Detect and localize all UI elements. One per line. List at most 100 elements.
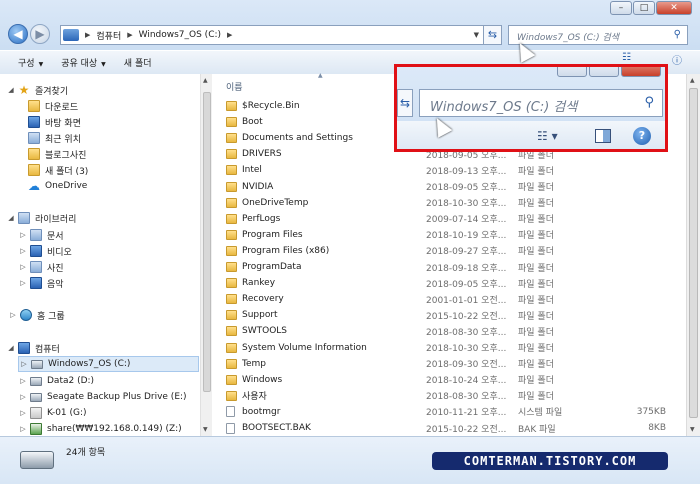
file-row[interactable]: Program Files 2018-10-19 오후... 파일 폴더 xyxy=(226,227,686,243)
file-date: 2015-10-22 오전... xyxy=(426,311,507,322)
file-row[interactable]: System Volume Information 2018-10-30 오후..… xyxy=(226,340,686,356)
windows-drive-icon xyxy=(31,359,43,369)
file-date: 2009-07-14 오후... xyxy=(426,215,507,226)
sidebar-item-documents[interactable]: ▷ 문서 xyxy=(18,227,64,243)
scroll-up-icon[interactable]: ▲ xyxy=(203,77,208,84)
sidebar-item-drive-d[interactable]: ▷ Data2 (D:) xyxy=(18,373,94,389)
folder-icon xyxy=(226,117,237,128)
file-name: ProgramData xyxy=(242,262,302,272)
help-icon[interactable]: ⓘ xyxy=(672,52,682,67)
maximize-button[interactable]: □ xyxy=(633,1,655,15)
music-icon xyxy=(30,277,42,289)
file-row[interactable]: bootmgr 2010-11-21 오후... 시스템 파일 375KB xyxy=(226,404,686,420)
file-row[interactable]: 사용자 2018-08-30 오후... 파일 폴더 xyxy=(226,388,686,404)
sidebar-item-drive-g[interactable]: ▷ K-01 (G:) xyxy=(18,405,87,421)
expand-icon[interactable]: ▷ xyxy=(18,377,28,385)
sidebar-item-downloads[interactable]: 다운로드 xyxy=(28,98,78,114)
expand-icon[interactable]: ▷ xyxy=(18,231,28,239)
expand-icon[interactable]: ▷ xyxy=(18,247,28,255)
breadcrumb-separator-icon: ▶ xyxy=(85,31,91,39)
close-button[interactable]: ✕ xyxy=(656,1,692,15)
scroll-up-icon[interactable]: ▲ xyxy=(690,77,695,84)
file-list-scrollbar[interactable]: ▲ ▼ xyxy=(686,74,700,436)
forward-button[interactable]: ▶ xyxy=(30,24,50,44)
file-row[interactable]: NVIDIA 2018-09-05 오후... 파일 폴더 xyxy=(226,179,686,195)
file-row[interactable]: SWTOOLS 2018-08-30 오후... 파일 폴더 xyxy=(226,323,686,339)
collapse-icon[interactable]: ◢ xyxy=(6,214,16,222)
expand-icon[interactable]: ▷ xyxy=(18,409,28,417)
column-header-name[interactable]: 이름 xyxy=(226,80,243,93)
scroll-down-icon[interactable]: ▼ xyxy=(203,426,208,433)
file-row[interactable]: Rankey 2018-09-05 오후... 파일 폴더 xyxy=(226,275,686,291)
sidebar-item-onedrive[interactable]: ☁ OneDrive xyxy=(28,178,87,194)
back-button[interactable]: ◀ xyxy=(8,24,28,44)
scroll-down-icon[interactable]: ▼ xyxy=(690,426,695,433)
file-row[interactable]: Windows 2018-10-24 오후... 파일 폴더 xyxy=(226,372,686,388)
homegroup-icon xyxy=(20,309,32,321)
folder-icon xyxy=(226,229,237,240)
sidebar-item-drive-z[interactable]: ▷ share(₩₩192.168.0.149) (Z:) xyxy=(18,421,182,437)
sidebar-item-drive-c[interactable]: ▷ Windows7_OS (C:) xyxy=(18,356,199,372)
libraries-header[interactable]: ◢ 라이브러리 xyxy=(6,210,76,226)
expand-icon[interactable]: ▷ xyxy=(18,393,28,401)
zoomed-search-input: Windows7_OS (C:) 검색 ⚲ xyxy=(419,89,663,117)
folder-icon xyxy=(226,213,237,224)
expand-icon[interactable]: ▷ xyxy=(8,311,18,319)
file-type: 파일 폴더 xyxy=(518,215,554,226)
file-row[interactable]: Recovery 2001-01-01 오전... 파일 폴더 xyxy=(226,291,686,307)
sidebar-item-desktop[interactable]: 바탕 화면 xyxy=(28,114,81,130)
file-type: 파일 폴더 xyxy=(518,279,554,290)
file-row[interactable]: Intel 2018-09-13 오후... 파일 폴더 xyxy=(226,162,686,178)
organize-menu[interactable]: 구성 ▼ xyxy=(18,56,43,69)
sidebar-item-recent[interactable]: 최근 위치 xyxy=(28,130,81,146)
sidebar-item-blog-photos[interactable]: 블로그사진 xyxy=(28,146,86,162)
expand-icon[interactable]: ▷ xyxy=(18,279,28,287)
file-row[interactable]: Temp 2018-09-30 오전... 파일 폴더 xyxy=(226,356,686,372)
file-date: 2001-01-01 오전... xyxy=(426,295,507,306)
file-row[interactable]: ProgramData 2018-09-18 오후... 파일 폴더 xyxy=(226,259,686,275)
sidebar-item-drive-e[interactable]: ▷ Seagate Backup Plus Drive (E:) xyxy=(18,389,186,405)
sidebar-item-homegroup[interactable]: ▷ 홈 그룹 xyxy=(8,307,65,323)
share-menu[interactable]: 공유 대상 ▼ xyxy=(61,56,106,69)
file-row[interactable]: OneDriveTemp 2018-10-30 오후... 파일 폴더 xyxy=(226,195,686,211)
search-placeholder: Windows7_OS (C:) 검색 xyxy=(517,33,620,43)
back-arrow-icon: ◀ xyxy=(13,27,23,41)
sort-ascending-icon: ▲ xyxy=(318,72,323,79)
new-folder-button[interactable]: 새 폴더 xyxy=(124,56,152,69)
minimize-button[interactable]: – xyxy=(610,1,632,15)
file-row[interactable]: Program Files (x86) 2018-09-27 오후... 파일 폴더 xyxy=(226,243,686,259)
collapse-icon[interactable]: ◢ xyxy=(6,86,16,94)
breadcrumb-drive[interactable]: Windows7_OS (C:) xyxy=(139,30,221,40)
favorites-header[interactable]: ◢ ★ 즐겨찾기 xyxy=(6,82,68,98)
address-bar[interactable]: ▶ 컴퓨터 ▶ Windows7_OS (C:) ▶ ▼ xyxy=(60,25,484,45)
sidebar-item-videos[interactable]: ▷ 비디오 xyxy=(18,243,72,259)
file-row[interactable]: Support 2015-10-22 오전... 파일 폴더 xyxy=(226,307,686,323)
file-name: Program Files (x86) xyxy=(242,245,330,256)
navigation-scrollbar[interactable]: ▲ ▼ xyxy=(200,74,212,436)
folder-icon xyxy=(226,310,237,321)
file-row[interactable]: BOOTSECT.BAK 2015-10-22 오전... BAK 파일 8KB xyxy=(226,420,686,436)
breadcrumb-computer[interactable]: 컴퓨터 xyxy=(96,29,121,42)
sidebar-item-new-folder-3[interactable]: 새 폴더 (3) xyxy=(28,162,88,178)
file-row[interactable]: PerfLogs 2009-07-14 오후... 파일 폴더 xyxy=(226,211,686,227)
file-name: Program Files xyxy=(242,229,303,240)
zoomed-window-controls xyxy=(557,67,663,77)
sidebar-item-music[interactable]: ▷ 음악 xyxy=(18,275,64,291)
address-history-dropdown-icon[interactable]: ▼ xyxy=(474,31,479,39)
views-icon[interactable]: ☷ xyxy=(622,52,631,63)
expand-icon[interactable]: ▷ xyxy=(19,360,29,368)
expand-icon[interactable]: ▷ xyxy=(18,425,28,433)
expand-icon[interactable]: ▷ xyxy=(18,263,28,271)
scrollbar-thumb[interactable] xyxy=(203,92,211,392)
search-icon: ⚲ xyxy=(673,29,681,40)
computer-header[interactable]: ◢ 컴퓨터 xyxy=(6,340,60,356)
sidebar-item-pictures[interactable]: ▷ 사진 xyxy=(18,259,64,275)
refresh-button[interactable]: ⇆ xyxy=(484,25,502,45)
scrollbar-thumb[interactable] xyxy=(689,88,698,418)
search-input[interactable]: Windows7_OS (C:) 검색 ⚲ xyxy=(508,25,688,45)
folder-icon xyxy=(226,326,237,337)
file-type: 파일 폴더 xyxy=(518,392,554,403)
file-name: Windows xyxy=(242,374,283,385)
file-type: 파일 폴더 xyxy=(518,360,554,371)
collapse-icon[interactable]: ◢ xyxy=(6,344,16,352)
